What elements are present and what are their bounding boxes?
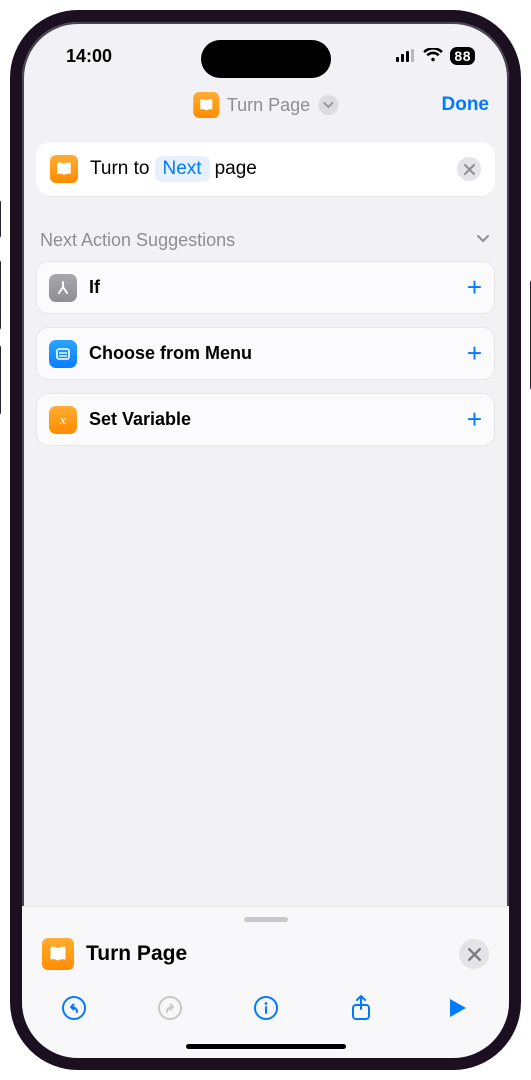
info-button[interactable] (250, 992, 282, 1024)
books-app-icon (50, 155, 78, 183)
action-turn-page[interactable]: Turn to Next page (36, 142, 495, 196)
books-app-icon (42, 938, 74, 970)
navigation-bar: Turn Page Done (22, 78, 509, 132)
shortcut-title[interactable]: Turn Page (227, 95, 310, 116)
shortcut-menu-button[interactable] (318, 95, 338, 115)
action-suffix: page (215, 158, 257, 180)
bottom-sheet: Turn Page (22, 906, 509, 1058)
action-prefix: Turn to (90, 158, 150, 180)
add-suggestion-button[interactable]: + (467, 272, 482, 303)
action-text: Turn to Next page (90, 156, 257, 182)
suggestions-header-label: Next Action Suggestions (40, 230, 235, 251)
branch-icon (49, 274, 77, 302)
suggestion-label: If (89, 277, 100, 298)
suggestion-set-variable[interactable]: x Set Variable + (36, 393, 495, 446)
shortcut-editor: Turn to Next page Next Action Suggestion… (22, 132, 509, 446)
direction-parameter[interactable]: Next (155, 156, 210, 182)
redo-button[interactable] (154, 992, 186, 1024)
editor-toolbar (22, 984, 509, 1034)
chevron-down-icon (475, 230, 491, 251)
add-suggestion-button[interactable]: + (467, 404, 482, 435)
suggestion-if[interactable]: If + (36, 261, 495, 314)
dynamic-island (201, 40, 331, 78)
sheet-grabber[interactable] (244, 917, 288, 922)
books-app-icon (193, 92, 219, 118)
undo-button[interactable] (58, 992, 90, 1024)
suggestion-choose-from-menu[interactable]: Choose from Menu + (36, 327, 495, 380)
run-button[interactable] (441, 992, 473, 1024)
menu-icon (49, 340, 77, 368)
status-time: 14:00 (66, 46, 112, 67)
variable-icon: x (49, 406, 77, 434)
delete-action-button[interactable] (457, 157, 481, 181)
home-indicator[interactable] (186, 1044, 346, 1049)
battery-indicator: 88 (450, 47, 475, 65)
svg-text:x: x (59, 412, 66, 427)
wifi-icon (423, 46, 443, 67)
add-suggestion-button[interactable]: + (467, 338, 482, 369)
sheet-close-button[interactable] (459, 939, 489, 969)
sheet-title: Turn Page (86, 942, 187, 966)
suggestion-label: Choose from Menu (89, 343, 252, 364)
suggestion-label: Set Variable (89, 409, 191, 430)
cellular-icon (396, 46, 416, 67)
suggestions-header[interactable]: Next Action Suggestions (36, 230, 495, 251)
done-button[interactable]: Done (442, 94, 490, 116)
share-button[interactable] (345, 992, 377, 1024)
